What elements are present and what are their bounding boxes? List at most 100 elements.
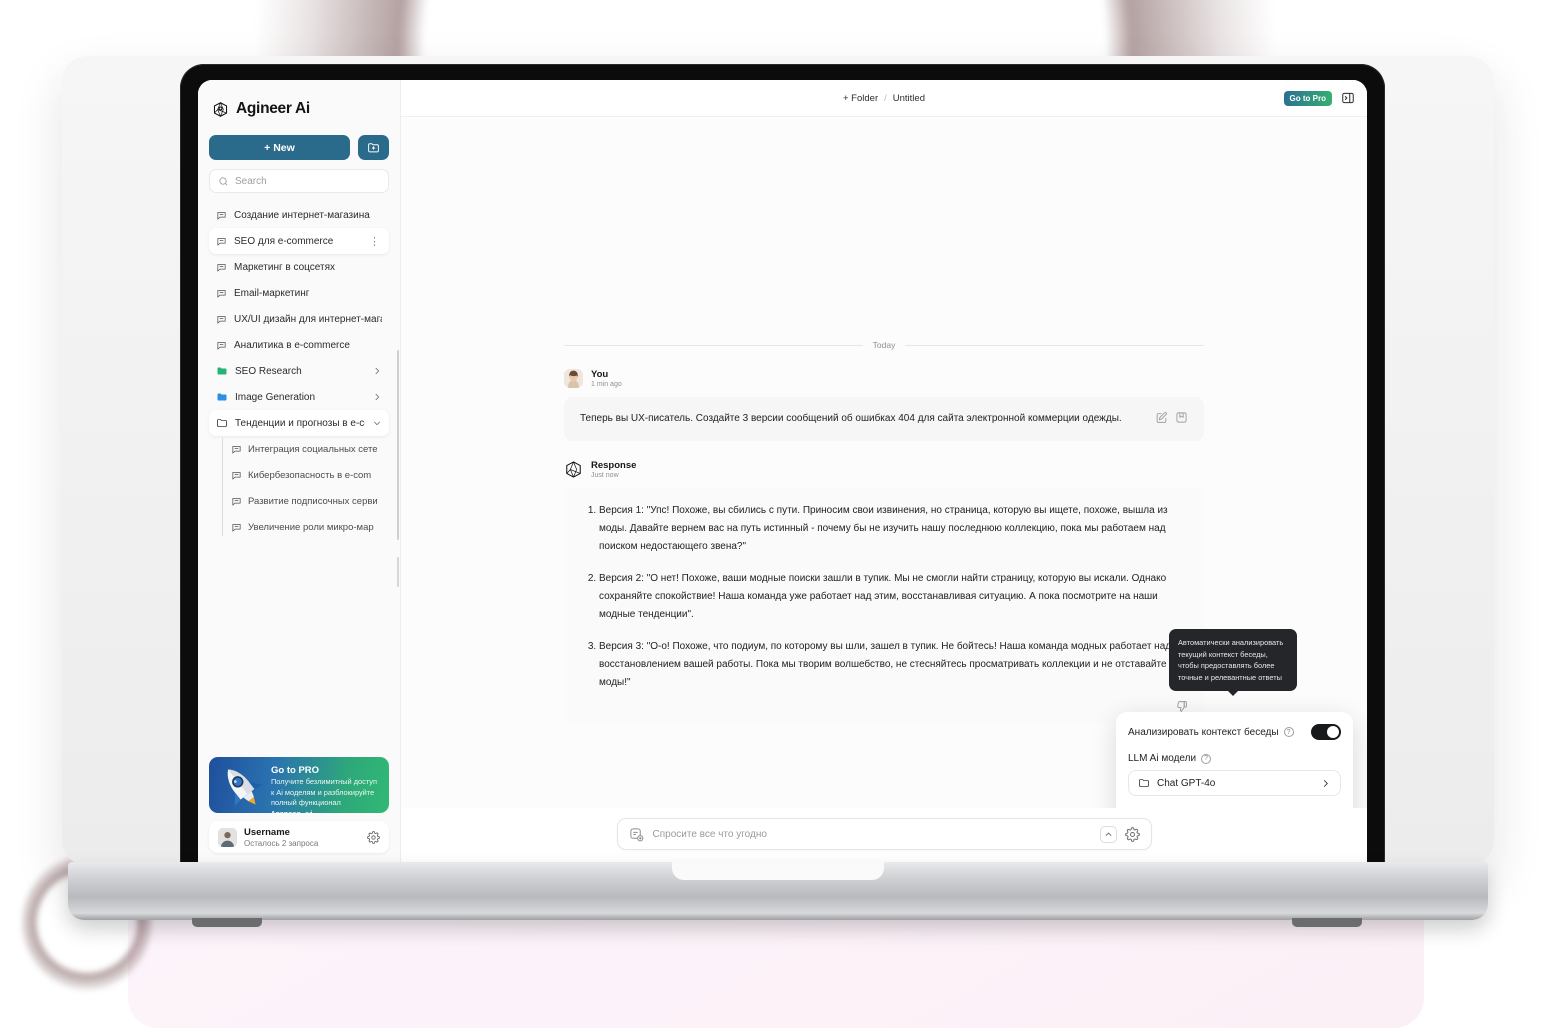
sidebar-chat-item[interactable]: Аналитика в e-commerce	[209, 332, 389, 358]
chat-bubble-icon	[231, 496, 242, 507]
sidebar-subchat-label: Увеличение роли микро-мар	[248, 521, 374, 533]
chat-list: Создание интернет-магазина SEO для e-comm…	[198, 202, 400, 358]
question-circle-icon[interactable]: ?	[1283, 727, 1294, 737]
message-actions	[1155, 410, 1188, 424]
topbar-actions: Go to Pro	[1283, 90, 1355, 106]
composer-input[interactable]	[652, 828, 1091, 840]
chat-scroll-area[interactable]: Today You 1 min ago Теперь вы UX-писател…	[401, 116, 1367, 808]
chat-bubble-icon	[231, 470, 242, 481]
breadcrumb-separator: /	[884, 92, 887, 104]
avatar	[564, 369, 583, 388]
sidebar-subchat-item[interactable]: Развитие подписочных серви	[231, 488, 389, 514]
sidebar-chat-label: UX/UI дизайн для интернет-магаз	[234, 313, 382, 325]
user-message-text: Теперь вы UX-писатель. Создайте 3 версии…	[580, 413, 1122, 424]
folder-list: SEO Research Image Generation Тенденции и …	[198, 358, 400, 436]
chevron-right-icon[interactable]	[372, 366, 382, 376]
folder-filled-icon	[216, 365, 228, 377]
sidebar-scrollbar-thumb-secondary[interactable]	[397, 557, 399, 587]
sidebar-chat-item[interactable]: Создание интернет-магазина	[209, 202, 389, 228]
gear-icon[interactable]	[367, 830, 380, 844]
chevron-up-icon[interactable]	[1099, 825, 1117, 843]
llm-model-label: LLM Ai модели	[1128, 753, 1197, 764]
laptop-foot-right	[1292, 918, 1362, 927]
chevron-down-icon[interactable]	[372, 418, 382, 428]
search-input[interactable]	[235, 175, 380, 187]
chat-bubble-icon	[216, 288, 227, 299]
edit-square-icon[interactable]	[1155, 411, 1168, 424]
user-card[interactable]: Username Осталось 2 запроса	[209, 821, 389, 853]
sidebar-chat-label: SEO для e-commerce	[234, 235, 334, 247]
pro-card-line1: Получите безлимитный доступ	[271, 777, 378, 786]
sidebar-chat-item[interactable]: Маркетинг в соцсетях	[209, 254, 389, 280]
chat-bubble-icon	[216, 236, 227, 247]
user-message-bubble: Теперь вы UX-писатель. Создайте 3 версии…	[564, 397, 1204, 441]
search-box[interactable]	[209, 169, 389, 193]
breadcrumb-title[interactable]: Untitled	[893, 93, 925, 104]
page-stage: Agineer Ai + New Search Создание интерне…	[0, 0, 1552, 1032]
pro-card-description: Получите безлимитный доступ к Ai моделям…	[271, 777, 382, 813]
sidebar-nav-scroll[interactable]: Создание интернет-магазина SEO для e-comm…	[198, 202, 400, 757]
new-folder-button[interactable]	[358, 135, 389, 160]
kebab-menu-icon[interactable]: ⋮	[369, 235, 381, 248]
sidebar-subchat-item[interactable]: Увеличение роли микро-мар	[231, 514, 389, 540]
hexagon-logo-icon	[212, 101, 229, 118]
go-to-pro-button[interactable]: Go to Pro	[1283, 90, 1332, 106]
sidebar-folder-label: Тенденции и прогнозы в е-со	[235, 417, 365, 429]
chevron-right-icon[interactable]	[372, 392, 382, 402]
panel-collapse-icon[interactable]	[1341, 91, 1355, 105]
message-author: You	[591, 369, 609, 380]
day-divider-label: Today	[872, 340, 896, 350]
sidebar-subchat-item[interactable]: Кибербезопасность в e-com	[231, 462, 389, 488]
sidebar: Agineer Ai + New Search Создание интерне…	[198, 80, 401, 866]
sidebar-chat-label: Маркетинг в соцсетях	[234, 261, 336, 273]
model-settings-panel: Анализировать контекст беседы ? LLM Ai м…	[1116, 712, 1353, 808]
ai-response-item: Версия 3: "О-о! Похоже, что подиум, по к…	[599, 638, 1188, 692]
sidebar-chat-item[interactable]: SEO для e-commerce ⋮	[209, 228, 389, 254]
sidebar-top-controls: + New	[198, 118, 400, 193]
ai-message-header: Response Just now	[564, 460, 1204, 479]
brand: Agineer Ai	[198, 80, 400, 118]
sidebar-subchat-label: Интеграция социальных сете	[248, 443, 378, 455]
go-to-pro-card[interactable]: Go to PRO Получите безлимитный доступ к …	[209, 757, 389, 813]
llm-model-select[interactable]: Chat GPT-4o	[1128, 770, 1341, 796]
ai-response-item: Версия 1: "Упс! Похоже, вы сбились с пут…	[599, 502, 1188, 556]
laptop-mockup: Agineer Ai + New Search Создание интерне…	[62, 56, 1494, 927]
hexagon-logo-icon	[564, 460, 583, 479]
username: Username	[244, 826, 290, 838]
breadcrumb-folder[interactable]: + Folder	[843, 93, 878, 104]
chat-bubble-icon	[216, 262, 227, 273]
pro-card-title: Go to PRO	[271, 765, 320, 776]
composer[interactable]	[616, 818, 1152, 850]
day-divider: Today	[564, 340, 1204, 350]
analyze-context-row: Анализировать контекст беседы ?	[1128, 724, 1341, 740]
ai-response-list: Версия 1: "Упс! Похоже, вы сбились с пут…	[580, 502, 1188, 692]
sidebar-chat-item[interactable]: UX/UI дизайн для интернет-магаз	[209, 306, 389, 332]
pro-card-brand: Ageneer.ai	[271, 811, 314, 814]
bookmark-save-icon[interactable]	[1175, 411, 1188, 424]
analyze-context-tooltip: Автоматически анализировать текущий конт…	[1169, 629, 1297, 691]
sidebar-chat-label: Создание интернет-магазина	[234, 209, 370, 221]
sidebar-chat-item[interactable]: Email-маркетинг	[209, 280, 389, 306]
analyze-context-label-wrap: Анализировать контекст беседы ?	[1128, 727, 1294, 738]
sidebar-subchat-label: Кибербезопасность в e-com	[248, 469, 372, 481]
breadcrumb: + Folder / Untitled	[843, 93, 925, 104]
sidebar-subchat-item[interactable]: Интеграция социальных сете	[231, 436, 389, 462]
pro-card-line3: полный функционал	[271, 798, 341, 807]
sidebar-folder-item[interactable]: Тенденции и прогнозы в е-со	[209, 410, 389, 436]
user-quota: Осталось 2 запроса	[244, 838, 319, 848]
ai-response-item: Версия 2: "О нет! Похоже, ваши модные по…	[599, 570, 1188, 624]
gear-icon[interactable]	[1124, 826, 1140, 842]
user-avatar	[218, 827, 237, 847]
analyze-context-toggle[interactable]	[1311, 724, 1341, 740]
sidebar-folder-item[interactable]: Image Generation	[209, 384, 389, 410]
chat-bubble-icon	[216, 340, 227, 351]
question-circle-icon[interactable]: ?	[1201, 753, 1212, 764]
prompt-add-icon[interactable]	[629, 827, 644, 842]
folder-filled-icon	[216, 391, 228, 403]
chat-bubble-icon	[231, 444, 242, 455]
chat-content: Today You 1 min ago Теперь вы UX-писател…	[564, 117, 1204, 723]
message-timestamp: 1 min ago	[591, 381, 622, 388]
sidebar-folder-item[interactable]: SEO Research	[209, 358, 389, 384]
new-chat-button[interactable]: + New	[209, 135, 350, 160]
analyze-context-label: Анализировать контекст беседы	[1128, 726, 1279, 738]
